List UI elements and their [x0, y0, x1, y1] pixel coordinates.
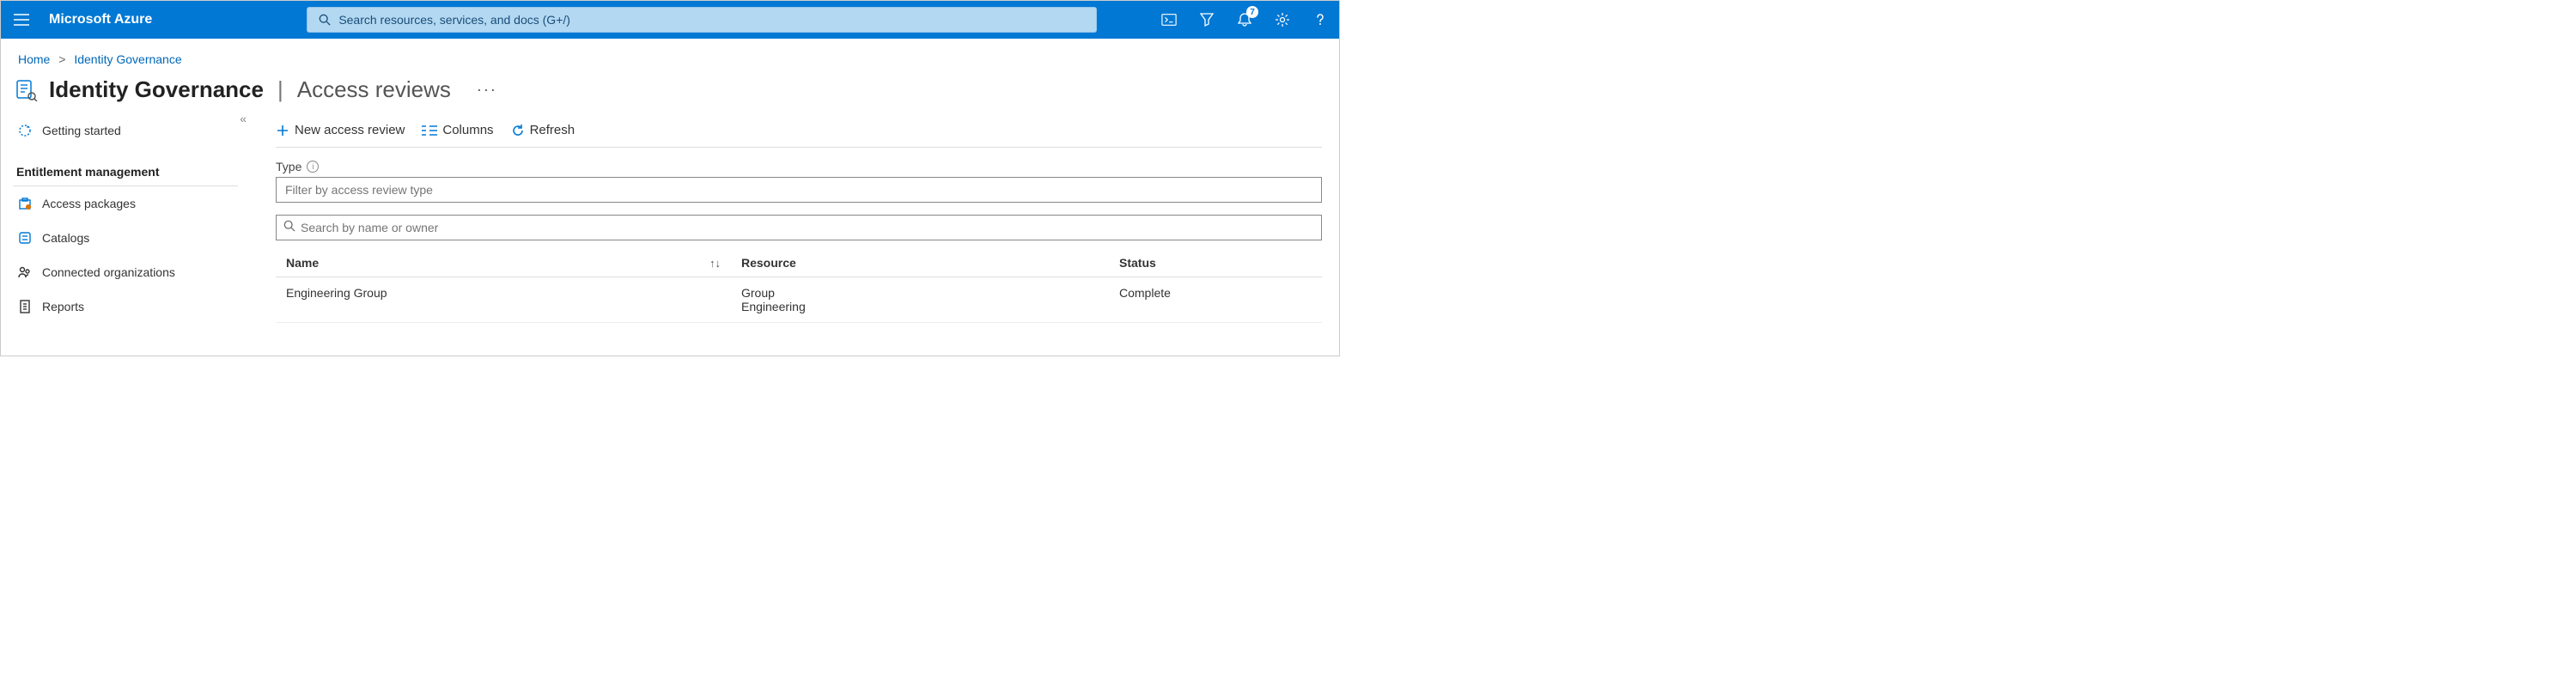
table-row[interactable]: Engineering Group Group Engineering Comp… — [276, 277, 1322, 323]
sidebar-item-catalogs[interactable]: Catalogs — [13, 221, 255, 255]
directory-filter-icon[interactable] — [1188, 1, 1226, 39]
notification-badge: 7 — [1246, 6, 1258, 18]
sidebar-item-connected-orgs[interactable]: Connected organizations — [13, 255, 255, 289]
column-header-status[interactable]: Status — [1119, 256, 1312, 270]
search-icon — [316, 14, 333, 26]
sidebar-item-label: Reports — [42, 300, 84, 313]
sidebar-item-reports[interactable]: Reports — [13, 289, 255, 324]
report-icon — [16, 298, 33, 315]
sidebar-item-getting-started[interactable]: Getting started — [13, 113, 255, 148]
getting-started-icon — [16, 122, 33, 139]
refresh-icon — [511, 124, 525, 137]
cloud-shell-icon[interactable] — [1150, 1, 1188, 39]
more-icon[interactable]: ··· — [461, 81, 497, 99]
new-access-review-button[interactable]: New access review — [276, 123, 405, 137]
brand-label[interactable]: Microsoft Azure — [42, 12, 186, 27]
page-subtitle: Access reviews — [297, 76, 451, 103]
collapse-sidebar-icon[interactable]: « — [240, 112, 247, 125]
identity-governance-icon — [15, 78, 39, 102]
plus-icon — [276, 124, 289, 137]
search-icon — [283, 220, 295, 236]
breadcrumb-home[interactable]: Home — [18, 52, 50, 66]
package-icon — [16, 195, 33, 212]
column-header-name[interactable]: Name ↑↓ — [286, 256, 741, 270]
results-table: Name ↑↓ Resource Status Engineering Grou… — [276, 249, 1322, 323]
column-header-resource[interactable]: Resource — [741, 256, 1119, 270]
settings-icon[interactable] — [1264, 1, 1301, 39]
people-icon — [16, 264, 33, 281]
sort-icon[interactable]: ↑↓ — [709, 257, 721, 270]
sidebar-item-label: Catalogs — [42, 231, 89, 245]
type-label: Type i — [276, 160, 1322, 173]
cell-status: Complete — [1119, 286, 1312, 313]
breadcrumb: Home > Identity Governance — [1, 39, 1339, 73]
columns-icon — [422, 125, 437, 137]
info-icon[interactable]: i — [307, 161, 319, 173]
search-box[interactable] — [276, 215, 1322, 240]
sidebar-section-entitlement: Entitlement management — [13, 153, 238, 186]
cell-resource: Group Engineering — [741, 286, 1119, 313]
sidebar: « Getting started Entitlement management… — [1, 113, 255, 324]
catalog-icon — [16, 229, 33, 246]
breadcrumb-current[interactable]: Identity Governance — [74, 52, 181, 66]
page-header: Identity Governance | Access reviews ··· — [1, 73, 1339, 113]
global-search-box[interactable] — [307, 7, 1097, 33]
cell-name: Engineering Group — [286, 286, 741, 313]
columns-button[interactable]: Columns — [422, 123, 493, 137]
type-filter-input[interactable] — [276, 177, 1322, 203]
sidebar-item-label: Getting started — [42, 124, 121, 137]
search-input[interactable] — [295, 221, 1314, 234]
page-title: Identity Governance — [49, 76, 264, 103]
global-search-input[interactable] — [333, 8, 1087, 32]
sidebar-item-label: Access packages — [42, 197, 136, 210]
refresh-button[interactable]: Refresh — [511, 123, 575, 137]
menu-icon[interactable] — [1, 14, 42, 26]
topbar: Microsoft Azure 7 — [1, 1, 1339, 39]
notifications-icon[interactable]: 7 — [1226, 1, 1264, 39]
help-icon[interactable] — [1301, 1, 1339, 39]
sidebar-item-access-packages[interactable]: Access packages — [13, 186, 255, 221]
sidebar-item-label: Connected organizations — [42, 265, 175, 279]
chevron-right-icon: > — [53, 52, 70, 66]
toolbar: New access review Columns Refresh — [276, 113, 1322, 148]
